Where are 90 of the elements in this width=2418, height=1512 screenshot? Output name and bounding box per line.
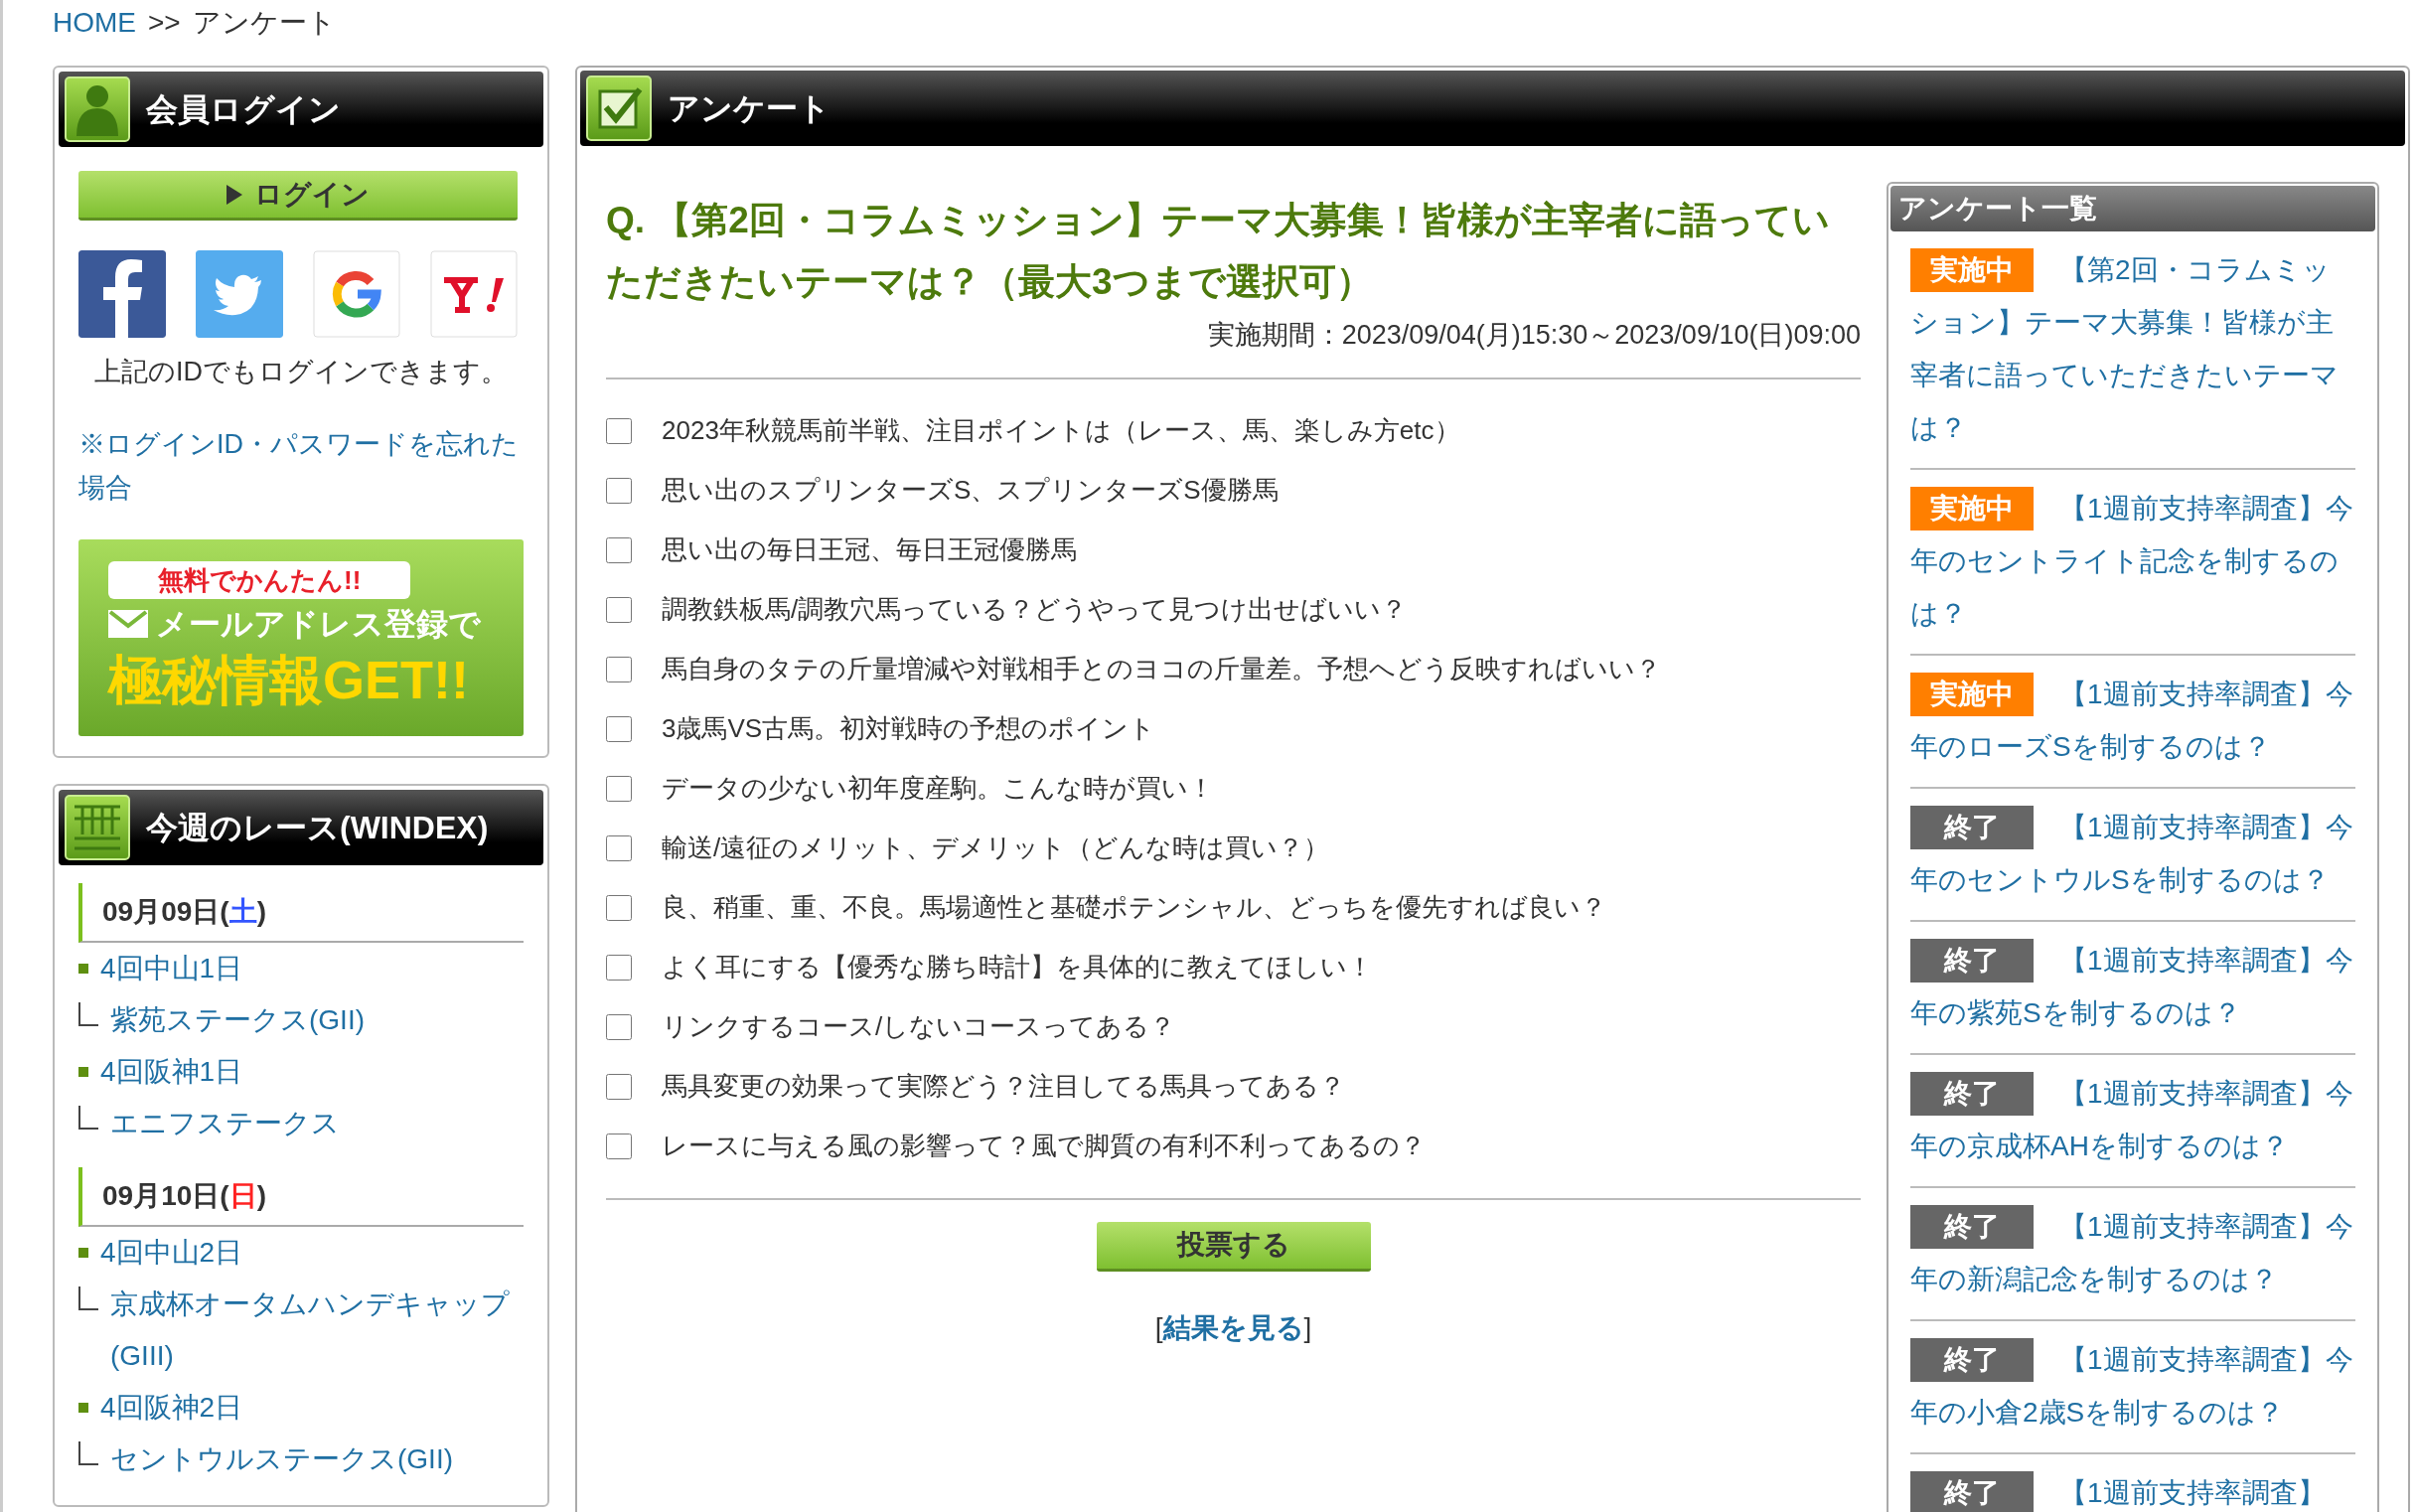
survey-link[interactable]: 終了 【1週前支持率調査】今年の京成杯AHを制するのは？ xyxy=(1910,1055,2355,1188)
signup-banner[interactable]: 無料でかんたん!! メールアドレス登録で 極秘情報GET!! xyxy=(78,538,524,736)
banner-text: メールアドレス登録で xyxy=(156,604,481,644)
forgot-password-link[interactable]: ※ログインID・パスワードを忘れた場合 xyxy=(78,421,524,510)
race-link[interactable]: エニフステークス xyxy=(110,1097,340,1149)
option-label: 思い出のスプリンターズS、スプリンターズS優勝馬 xyxy=(662,474,1279,507)
checkbox[interactable] xyxy=(606,715,632,742)
meeting-link[interactable]: 4回阪神2日 xyxy=(100,1381,243,1434)
g-logo-icon xyxy=(313,250,400,338)
race-link[interactable]: セントウルステークス(GII) xyxy=(110,1433,453,1485)
option-label: レースに与える風の影響って？風で脚質の有利不利ってあるの？ xyxy=(662,1130,1426,1162)
checkbox[interactable] xyxy=(606,536,632,563)
envelope-icon xyxy=(108,609,148,638)
checkbox[interactable] xyxy=(606,477,632,504)
speech-bubble: 無料でかんたん!! xyxy=(108,560,411,599)
survey-link[interactable]: 終了 【1週前支持率調査】今年の小倉2歳Sを制するのは？ xyxy=(1910,1321,2355,1454)
y-logo-icon xyxy=(430,250,518,338)
checkbox[interactable] xyxy=(606,775,632,802)
option-label: データの少ない初年度産駒。こんな時が買い！ xyxy=(662,772,1214,805)
status-badge: 実施中 xyxy=(1910,487,2034,530)
status-badge: 実施中 xyxy=(1910,673,2034,716)
play-icon xyxy=(227,184,242,205)
checkbox[interactable] xyxy=(606,834,632,861)
bullet-icon xyxy=(78,1066,88,1077)
corner-icon xyxy=(78,1105,98,1130)
option-label: 良、稍重、重、不良。馬場適性と基礎ポテンシャル、どっちを優先すれば良い？ xyxy=(662,891,1606,924)
survey-link[interactable]: 実施中 【1週前支持率調査】今年のセントライト記念を制するのは？ xyxy=(1910,470,2355,656)
race-link[interactable]: 紫苑ステークス(GII) xyxy=(110,993,365,1046)
date-heading: 09月09日(土) xyxy=(78,882,524,943)
checkbox[interactable] xyxy=(606,954,632,981)
option-label: 馬自身のタテの斤量増減や対戦相手とのヨコの斤量差。予想へどう反映すればいい？ xyxy=(662,653,1661,685)
survey-link[interactable]: 終了 【1週前支持率調査】今年のセントウルSを制するのは？ xyxy=(1910,789,2355,922)
bullet-icon xyxy=(78,1402,88,1413)
option-label: リンクするコース/しないコースってある？ xyxy=(662,1010,1176,1043)
option-label: 3歳馬VS古馬。初対戦時の予想のポイント xyxy=(662,712,1156,745)
panel-title: アンケート xyxy=(668,89,831,128)
bird-icon xyxy=(196,250,283,338)
results-link[interactable]: 結果を見る xyxy=(1162,1311,1304,1343)
option-label: よく耳にする【優秀な勝ち時計】を具体的に教えてほしい！ xyxy=(662,951,1373,983)
option-label: 思い出の毎日王冠、毎日王冠優勝馬 xyxy=(662,533,1077,566)
race-link[interactable]: 京成杯オータムハンデキャップ(GIII) xyxy=(110,1278,524,1382)
checkbox[interactable] xyxy=(606,1013,632,1040)
question-title: Q. 【第2回・コラムミッション】テーマ大募集！皆様が主宰者に語っていただきたいテーマは？（最大3つまで選択可） xyxy=(606,199,1831,304)
checkbox[interactable] xyxy=(606,417,632,444)
survey-link[interactable]: 終了 【1週前支持率調査】 xyxy=(1910,1454,2355,1512)
survey-link[interactable]: 実施中 【第2回・コラムミッション】テーマ大募集！皆様が主宰者に語っていただきたいテーマは？ xyxy=(1910,231,2355,470)
survey-link[interactable]: 終了 【1週前支持率調査】今年の紫苑Sを制するのは？ xyxy=(1910,922,2355,1055)
checkbox-icon xyxy=(586,76,652,141)
survey-period: 実施期間：2023/09/04(月)15:30～2023/09/10(日)09:00 xyxy=(1206,319,1861,352)
option-label: 馬具変更の効果って実際どう？注目してる馬具ってある？ xyxy=(662,1070,1345,1103)
checkbox[interactable] xyxy=(606,1133,632,1159)
login-button[interactable]: ログイン xyxy=(78,171,518,221)
banner-headline: 極秘情報GET!! xyxy=(108,648,469,711)
corner-icon xyxy=(78,1285,98,1310)
status-badge: 終了 xyxy=(1910,1338,2034,1382)
corner-icon xyxy=(78,1440,98,1465)
option-label: 2023年秋競馬前半戦、注目ポイントは（レース、馬、楽しみ方etc） xyxy=(662,414,1460,447)
checkbox[interactable] xyxy=(606,1073,632,1100)
home-link[interactable]: HOME xyxy=(53,2,136,44)
date-heading: 09月10日(日) xyxy=(78,1166,524,1227)
option-label: 輸送/遠征のメリット、デメリット（どんな時は買い？） xyxy=(662,832,1330,864)
vote-button[interactable]: 投票する xyxy=(1096,1221,1371,1272)
status-badge: 終了 xyxy=(1910,1205,2034,1249)
survey-link[interactable]: 実施中 【1週前支持率調査】今年のローズSを制するのは？ xyxy=(1910,656,2355,789)
checkbox[interactable] xyxy=(606,894,632,921)
list-title: アンケート一覧 xyxy=(1890,186,2375,231)
breadcrumb-current: アンケート xyxy=(192,6,336,40)
status-badge: 実施中 xyxy=(1910,248,2034,292)
status-badge: 終了 xyxy=(1910,1072,2034,1116)
panel-title: 今週のレース(WINDEX) xyxy=(146,808,489,847)
checkbox[interactable] xyxy=(606,596,632,623)
bullet-icon xyxy=(78,963,88,974)
results-line: [結果を見る] xyxy=(1153,1310,1313,1345)
option-label: 調教鉄板馬/調教穴馬っている？どうやって見つけ出せばいい？ xyxy=(662,593,1408,626)
bullet-icon xyxy=(78,1247,88,1258)
meeting-link[interactable]: 4回中山1日 xyxy=(100,942,243,994)
status-badge: 終了 xyxy=(1910,1471,2034,1512)
meeting-link[interactable]: 4回阪神1日 xyxy=(100,1045,243,1098)
facebook-icon xyxy=(78,250,166,338)
corner-icon xyxy=(78,1001,98,1026)
meeting-link[interactable]: 4回中山2日 xyxy=(100,1226,243,1279)
breadcrumb-separator: >> xyxy=(148,6,181,40)
checkbox[interactable] xyxy=(606,656,632,682)
login-note: 上記のIDでもログインできます。 xyxy=(93,356,509,388)
status-badge: 終了 xyxy=(1910,939,2034,983)
person-icon xyxy=(65,76,130,142)
status-badge: 終了 xyxy=(1910,806,2034,849)
survey-link[interactable]: 終了 【1週前支持率調査】今年の新潟記念を制するのは？ xyxy=(1910,1188,2355,1321)
grid-icon xyxy=(65,794,130,860)
panel-title: 会員ログイン xyxy=(146,90,341,129)
